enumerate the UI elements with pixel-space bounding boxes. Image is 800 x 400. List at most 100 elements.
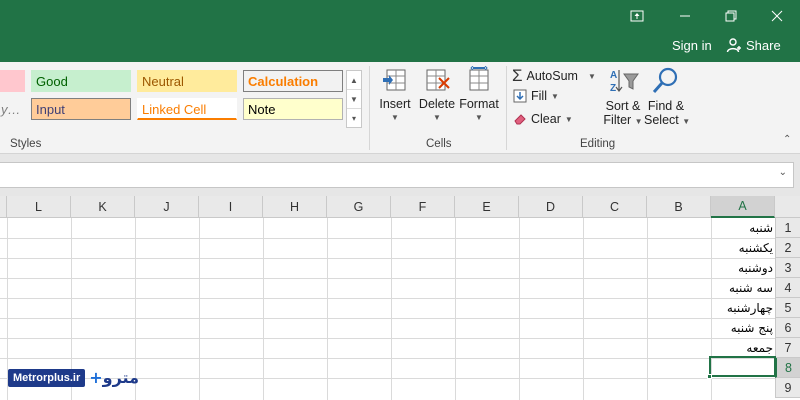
cells-group-label: Cells [426, 138, 452, 150]
column-header-a[interactable]: A [711, 196, 775, 218]
row-header-7[interactable]: 7 [775, 338, 800, 358]
style-input[interactable]: Input [31, 98, 131, 120]
close-button[interactable] [754, 0, 800, 32]
group-divider [506, 66, 507, 150]
delete-button[interactable]: Delete ▼ [418, 66, 456, 122]
person-add-icon [726, 38, 741, 53]
column-header-f[interactable]: F [391, 196, 455, 218]
chevron-down-icon: ▼ [587, 71, 596, 81]
formula-input[interactable]: ⌄ [0, 162, 794, 188]
find-select-button[interactable]: Find & Select ▼ [644, 66, 690, 127]
gridline [0, 278, 775, 279]
ribbon: Good Neutral Calculation y… Input Linked… [0, 62, 800, 154]
row-header-2[interactable]: 2 [775, 238, 800, 258]
gridline [0, 238, 775, 239]
gridline [455, 218, 456, 400]
row-header-3[interactable]: 3 [775, 258, 800, 278]
sign-in-link[interactable]: Sign in [672, 38, 712, 53]
ribbon-display-options-button[interactable] [614, 0, 660, 32]
column-header-e[interactable]: E [455, 196, 519, 218]
editing-group-label: Editing [580, 138, 616, 150]
row-header-1[interactable]: 1 [775, 218, 800, 238]
style-good[interactable]: Good [31, 70, 131, 92]
cell-a7[interactable]: جمعه [711, 338, 775, 358]
share-button[interactable]: Share [726, 37, 781, 53]
gridline [263, 218, 264, 400]
chevron-up-icon[interactable]: ▲ [347, 71, 361, 90]
column-header-g[interactable]: G [327, 196, 391, 218]
cell-a4[interactable]: سه شنبه [711, 278, 775, 298]
row-header-9[interactable]: 9 [775, 378, 800, 398]
gridline [519, 218, 520, 400]
fill-down-icon [513, 89, 527, 103]
cell-a6[interactable]: پنج شنبه [711, 318, 775, 338]
plus-icon: + [89, 368, 103, 387]
style-neutral[interactable]: Neutral [137, 70, 237, 92]
row-header-4[interactable]: 4 [775, 278, 800, 298]
svg-text:A: A [610, 70, 617, 81]
watermark-site: Metrorplus.ir [8, 368, 86, 387]
gridline [391, 218, 392, 400]
gridline [0, 318, 775, 319]
insert-button[interactable]: Insert ▼ [376, 66, 414, 122]
chevron-down-icon: ▼ [564, 114, 573, 124]
format-button[interactable]: Format ▼ [458, 65, 500, 122]
eraser-icon [514, 114, 526, 125]
cell-a3[interactable]: دوشنبه [711, 258, 775, 278]
style-bad-partial[interactable] [0, 70, 25, 92]
gridline [0, 358, 775, 359]
restore-icon [725, 10, 737, 22]
chevron-down-icon[interactable]: ▼ [347, 90, 361, 109]
ribbon-display-icon [630, 10, 644, 22]
sigma-icon: Σ [512, 66, 523, 85]
fill-button[interactable]: Fill ▼ [513, 89, 559, 103]
sort-filter-button[interactable]: A Z Sort & Filter ▼ [602, 66, 644, 127]
clear-button[interactable]: Clear ▼ [513, 112, 573, 126]
chevron-down-icon: ▼ [391, 113, 399, 122]
row-header-8[interactable]: 8 [775, 358, 800, 378]
column-header-k[interactable]: K [71, 196, 135, 218]
style-note[interactable]: Note [243, 98, 343, 120]
styles-group-label: Styles [10, 138, 42, 150]
column-header-h[interactable]: H [263, 196, 327, 218]
style-calculation[interactable]: Calculation [243, 70, 343, 92]
autosum-button[interactable]: Σ AutoSum ▼ [512, 66, 596, 86]
gridline [647, 218, 648, 400]
column-header-d[interactable]: D [519, 196, 583, 218]
select-all-corner[interactable] [775, 196, 800, 218]
styles-gallery-scroll[interactable]: ▲ ▼ ▾ [346, 70, 362, 128]
expand-formula-bar-icon[interactable]: ⌄ [779, 167, 787, 178]
share-label: Share [746, 37, 781, 53]
collapse-ribbon-icon[interactable]: ⌃ [783, 134, 791, 145]
restore-button[interactable] [708, 0, 754, 32]
sort-filter-icon: A Z [610, 70, 639, 94]
gridline [0, 338, 775, 339]
title-bar: Sign in Share [0, 0, 800, 62]
row-header-5[interactable]: 5 [775, 298, 800, 318]
format-label: Format [459, 97, 499, 111]
cell-a2[interactable]: یکشنبه [711, 238, 775, 258]
style-linked-cell[interactable]: Linked Cell [137, 98, 237, 120]
insert-cells-icon [383, 69, 406, 91]
column-header-j[interactable]: J [135, 196, 199, 218]
clear-label: Clear [531, 112, 561, 126]
column-header-partial[interactable] [0, 196, 7, 218]
gridline [327, 218, 328, 400]
active-cell-a8[interactable] [709, 356, 776, 377]
gallery-expand-icon[interactable]: ▾ [347, 109, 361, 128]
chevron-down-icon: ▼ [475, 113, 483, 122]
column-header-b[interactable]: B [647, 196, 711, 218]
style-explanatory-partial[interactable]: y… [0, 98, 25, 120]
fill-handle[interactable] [707, 374, 712, 379]
find-select-label: Find & [647, 99, 685, 113]
column-header-i[interactable]: I [199, 196, 263, 218]
sort-filter-label-line2: Filter ▼ [603, 113, 643, 127]
column-header-l[interactable]: L [7, 196, 71, 218]
cell-a5[interactable]: چهارشنبه [711, 298, 775, 318]
gridline [199, 218, 200, 400]
magnifier-icon [652, 67, 678, 93]
cell-a1[interactable]: شنبه [711, 218, 775, 238]
minimize-button[interactable] [662, 0, 708, 32]
row-header-6[interactable]: 6 [775, 318, 800, 338]
column-header-c[interactable]: C [583, 196, 647, 218]
